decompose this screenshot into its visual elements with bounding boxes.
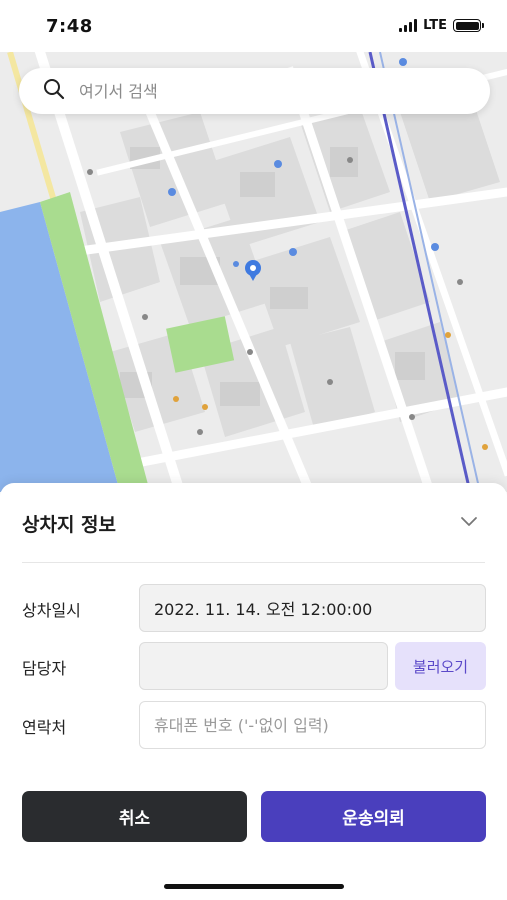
- chevron-down-icon[interactable]: [459, 511, 479, 531]
- datetime-label: 상차일시: [22, 601, 81, 620]
- status-bar: 7:48 LTE: [0, 0, 507, 52]
- status-time: 7:48: [46, 16, 93, 37]
- battery-icon: [453, 19, 484, 32]
- sheet-divider: [22, 562, 485, 563]
- sheet-header[interactable]: 상차지 정보: [0, 483, 507, 563]
- map-canvas[interactable]: [0, 52, 507, 492]
- search-input[interactable]: [79, 81, 439, 101]
- network-label: LTE: [423, 18, 447, 33]
- map-view[interactable]: [0, 52, 507, 492]
- manager-field[interactable]: [139, 642, 388, 690]
- contact-label: 연락처: [22, 718, 67, 737]
- search-icon: [43, 78, 65, 104]
- datetime-field[interactable]: 2022. 11. 14. 오전 12:00:00: [139, 584, 486, 632]
- signal-icon: [399, 19, 418, 32]
- pickup-info-sheet: 상차지 정보 상차일시 2022. 11. 14. 오전 12:00:00 담당…: [0, 483, 507, 900]
- transport-request-button[interactable]: 운송의뢰: [261, 791, 486, 842]
- cancel-button[interactable]: 취소: [22, 791, 247, 842]
- load-manager-button[interactable]: 불러오기: [395, 642, 486, 690]
- status-indicators: LTE: [399, 18, 484, 33]
- sheet-title: 상차지 정보: [22, 514, 117, 536]
- manager-label: 담당자: [22, 659, 67, 678]
- contact-input[interactable]: [139, 701, 486, 749]
- home-indicator[interactable]: [164, 884, 344, 889]
- search-bar[interactable]: [19, 68, 490, 114]
